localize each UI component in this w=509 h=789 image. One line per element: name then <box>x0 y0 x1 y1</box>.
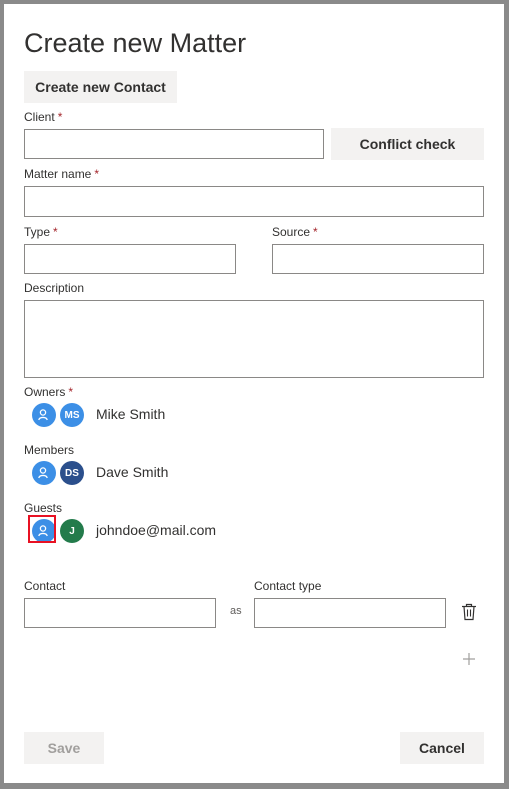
client-label-text: Client <box>24 110 55 124</box>
member-avatar: DS <box>60 461 84 485</box>
guest-name: johndoe@mail.com <box>96 522 217 538</box>
type-input[interactable] <box>24 244 236 274</box>
type-required-mark: * <box>53 225 58 239</box>
as-label: as <box>230 605 242 617</box>
add-member-button[interactable] <box>32 461 56 485</box>
client-label: Client * <box>24 110 62 124</box>
plus-icon <box>463 653 475 665</box>
guest-avatar: J <box>60 519 84 543</box>
source-label-text: Source <box>272 225 311 239</box>
save-button[interactable]: Save <box>24 732 104 764</box>
type-label: Type * <box>24 225 58 239</box>
cancel-button[interactable]: Cancel <box>400 732 484 764</box>
client-required-mark: * <box>57 110 63 124</box>
owners-row: MS Mike Smith <box>26 401 326 431</box>
trash-icon <box>462 603 476 621</box>
contact-label: Contact <box>24 579 66 593</box>
description-label: Description <box>24 281 85 295</box>
matter-name-required-mark: * <box>94 167 100 181</box>
person-add-icon <box>38 467 48 479</box>
type-label-text: Type <box>24 225 51 239</box>
contact-type-label: Contact type <box>254 579 322 593</box>
contact-input[interactable] <box>24 598 216 628</box>
create-new-contact-button[interactable]: Create new Contact <box>24 71 177 103</box>
dialog-title: Create new Matter <box>24 28 247 58</box>
guests-label: Guests <box>24 501 63 515</box>
source-label: Source * <box>272 225 318 239</box>
description-textarea[interactable] <box>24 300 484 378</box>
owner-avatar: MS <box>60 403 84 427</box>
person-add-icon <box>38 409 48 421</box>
source-input[interactable] <box>272 244 484 274</box>
owner-name: Mike Smith <box>96 406 166 422</box>
contact-type-input[interactable] <box>254 598 446 628</box>
guests-row: J johndoe@mail.com <box>26 515 326 547</box>
owners-label: Owners * <box>24 385 73 399</box>
source-required-mark: * <box>313 225 318 239</box>
delete-contact-button[interactable] <box>458 601 480 623</box>
client-input[interactable] <box>24 129 324 159</box>
matter-name-label: Matter name * <box>24 167 99 181</box>
add-owner-button[interactable] <box>32 403 56 427</box>
create-matter-dialog: Create new Matter Create new Contact Cli… <box>4 4 504 783</box>
owners-required-mark: * <box>68 385 74 399</box>
matter-name-input[interactable] <box>24 186 484 217</box>
members-row: DS Dave Smith <box>26 459 326 489</box>
add-contact-button[interactable] <box>459 649 479 669</box>
member-name: Dave Smith <box>96 464 169 480</box>
conflict-check-button[interactable]: Conflict check <box>331 128 484 160</box>
owners-label-text: Owners <box>24 385 66 399</box>
matter-name-label-text: Matter name <box>24 167 92 181</box>
selection-highlight <box>28 515 56 543</box>
members-label: Members <box>24 443 75 457</box>
